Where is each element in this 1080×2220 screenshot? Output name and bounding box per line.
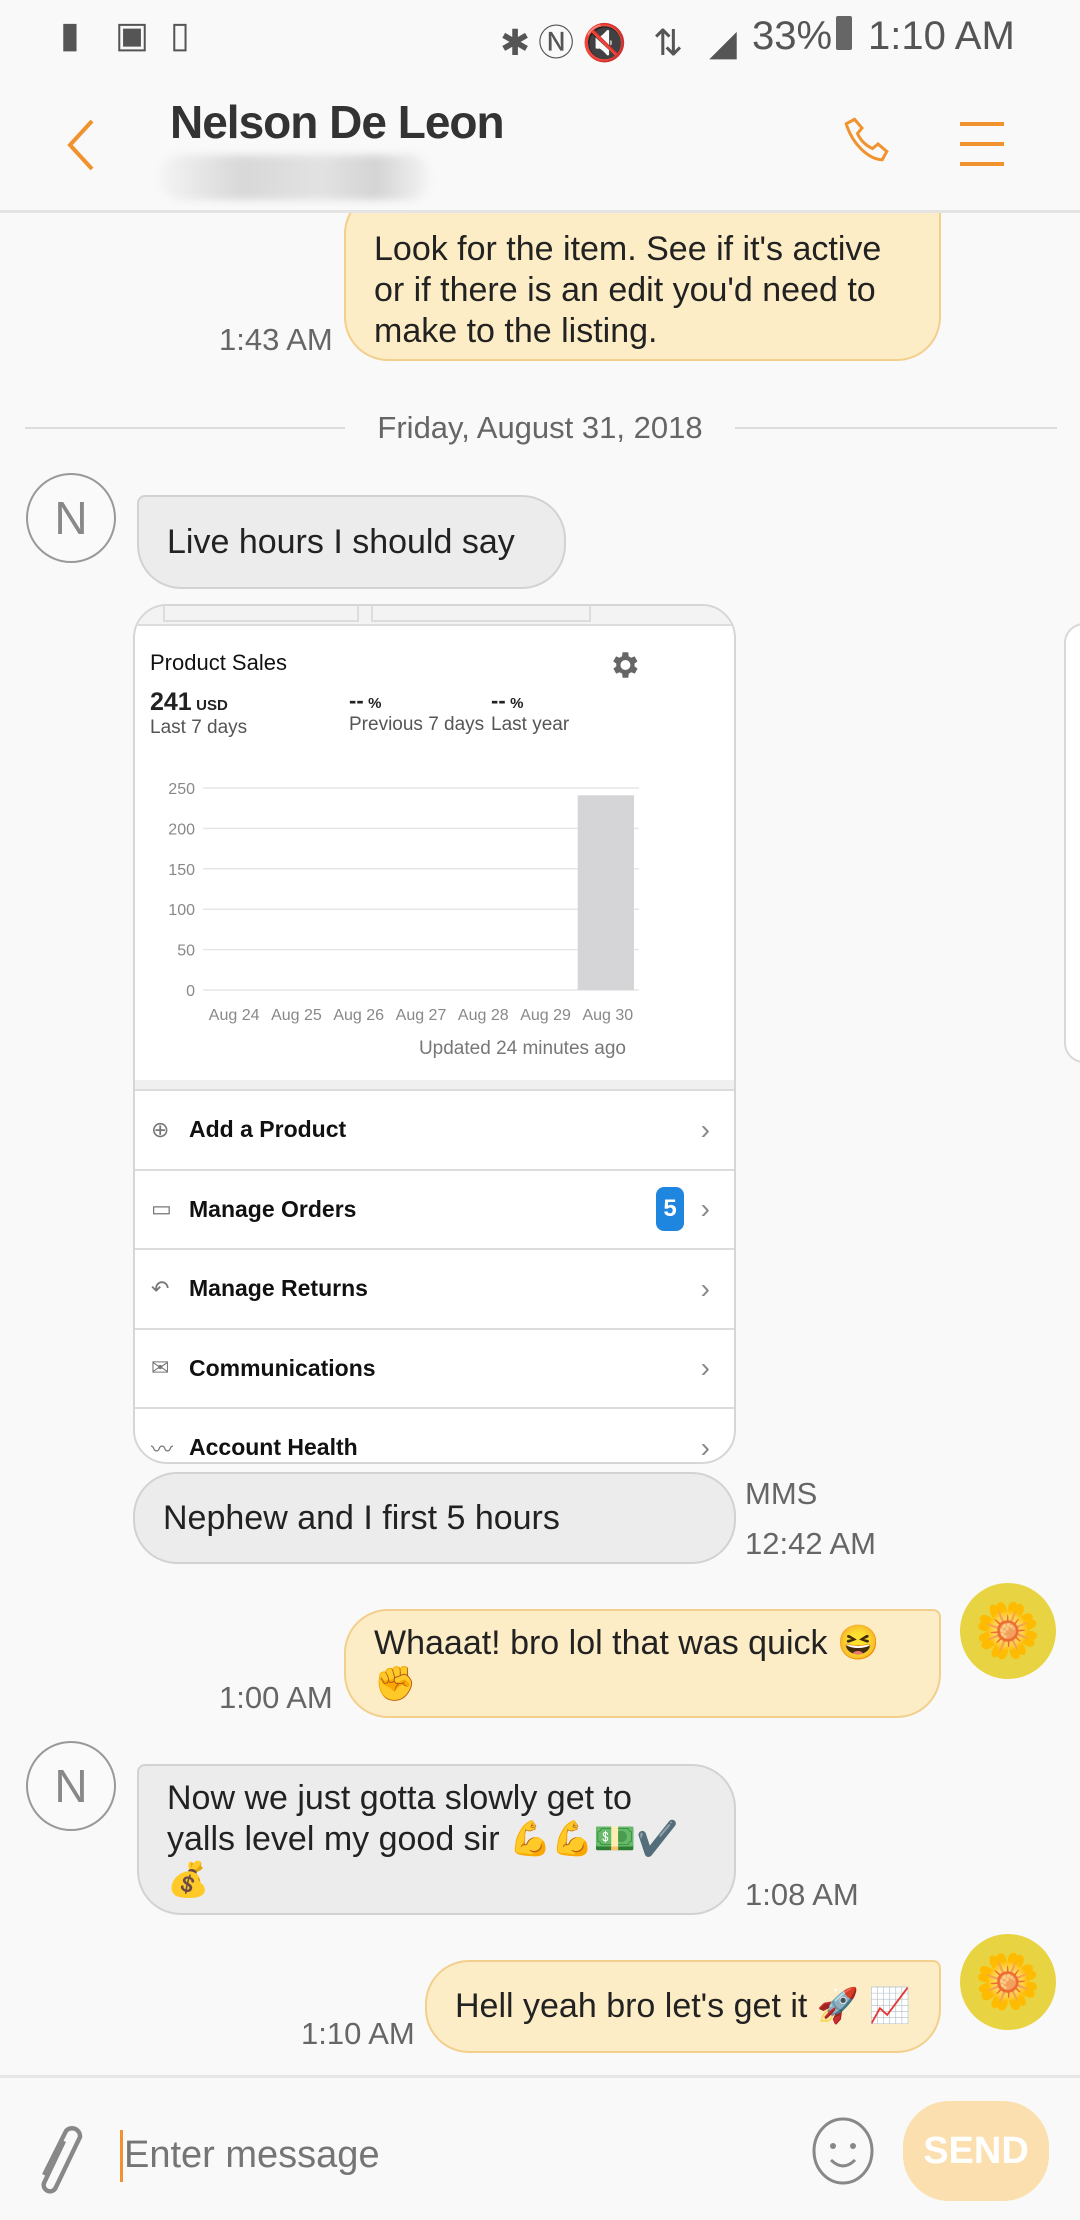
divider (735, 427, 1057, 429)
message-line: or if there is an edit you'd need to (374, 271, 876, 309)
message-bubble-incoming[interactable]: Live hours I should say (137, 495, 566, 589)
emoji-icon[interactable] (810, 2116, 876, 2186)
menu-label: Manage Orders (189, 1195, 357, 1222)
separator (135, 1080, 734, 1089)
y-tick-label: 150 (168, 862, 195, 879)
menu-row-add-a-product[interactable]: ⊕ Add a Product › (135, 1089, 734, 1168)
message-line: ✊ (374, 1664, 417, 1703)
message-time: 1:43 AM (219, 322, 333, 357)
x-tick-label: Aug 30 (582, 1007, 633, 1024)
message-line: make to the listing. (374, 312, 658, 350)
avatar[interactable]: N (26, 1741, 116, 1831)
avatar[interactable]: N (26, 473, 116, 563)
return-icon: ↶ (151, 1275, 170, 1301)
image-icon: ▣ (115, 14, 150, 55)
message-line: Now we just gotta slowly get to (167, 1779, 632, 1817)
message-line: Whaaat! bro lol that was quick 😆 (374, 1623, 880, 1662)
menu-row-communications[interactable]: ✉ Communications › (135, 1327, 734, 1407)
menu-row-manage-returns[interactable]: ↶ Manage Returns › (135, 1248, 734, 1327)
message-bubble-incoming[interactable]: Nephew and I first 5 hours (133, 1472, 736, 1564)
x-tick-label: Aug 26 (333, 1007, 384, 1024)
conversation-header: Nelson De Leon (0, 75, 1080, 213)
x-tick-label: Aug 27 (396, 1007, 447, 1024)
y-tick-label: 0 (186, 983, 195, 1000)
x-tick-label: Aug 25 (271, 1007, 322, 1024)
contact-name[interactable]: Nelson De Leon (170, 95, 505, 149)
status-bar: ▮ ▣ ▯ ✱Ⓝ🔇 ⇅ ◢ 33% 1:10 AM (0, 0, 1080, 75)
updated-text: Updated 24 minutes ago (418, 1038, 626, 1059)
message-bubble-outgoing[interactable]: Hell yeah bro let's get it 🚀 📈 (425, 1960, 941, 2053)
x-tick-label: Aug 28 (458, 1007, 509, 1024)
chevron-right-icon: › (700, 1431, 710, 1463)
menu-label: Communications (189, 1354, 376, 1381)
x-tick-label: Aug 24 (209, 1007, 260, 1024)
my-avatar-daisy[interactable]: 🌼 (960, 1934, 1056, 2030)
box-icon: ▭ (151, 1196, 172, 1221)
message-line: 💰 (167, 1861, 210, 1899)
send-button[interactable]: SEND (903, 2101, 1049, 2201)
menu-icon[interactable] (960, 120, 1004, 168)
trend-icon: 〰 (151, 1436, 174, 1462)
back-chevron-icon[interactable] (62, 117, 102, 173)
y-tick-label: 250 (168, 781, 195, 798)
divider (25, 427, 345, 429)
status-icons: ✱Ⓝ🔇 ⇅ ◢ (500, 22, 745, 63)
clock: 1:10 AM (868, 14, 1015, 58)
message-icon: ▮ (60, 14, 80, 55)
battery-icon (836, 16, 852, 50)
menu-row-manage-orders[interactable]: ▭ Manage Orders 5 › (135, 1168, 734, 1248)
menu-row-account-health[interactable]: 〰 Account Health › (135, 1407, 734, 1463)
menu-label: Account Health (189, 1434, 358, 1460)
bar (577, 795, 634, 990)
tag-add-icon: ⊕ (151, 1116, 170, 1142)
menu-label: Add a Product (189, 1116, 347, 1142)
chevron-right-icon: › (700, 1193, 710, 1224)
message-line: yalls level my good sir 💪💪💵✔️ (167, 1820, 679, 1858)
message-input[interactable] (124, 2120, 764, 2190)
chevron-right-icon: › (700, 1352, 710, 1383)
message-time: 1:00 AM (219, 1680, 333, 1715)
y-tick-label: 50 (177, 943, 195, 960)
message-type-label: MMS (745, 1476, 818, 1511)
message-bubble-outgoing[interactable]: Whaaat! bro lol that was quick 😆 ✊ (344, 1609, 941, 1718)
mms-image-attachment[interactable]: Product Sales 241 USD Last 7 days -- % P… (133, 604, 736, 1464)
message-line: Hell yeah bro let's get it 🚀 📈 (455, 1987, 911, 2025)
my-avatar-daisy[interactable]: 🌼 (960, 1583, 1056, 1679)
chevron-right-icon: › (700, 1113, 710, 1145)
message-line: Nephew and I first 5 hours (163, 1498, 560, 1537)
message-line: Look for the item. See if it's active (374, 230, 882, 268)
count-badge: 5 (656, 1187, 684, 1231)
chevron-right-icon: › (700, 1272, 710, 1304)
sales-bar-chart: 0 50 100 150 200 250 Aug 24 Aug 25 Aug 26 Aug 27 A… (168, 781, 639, 1024)
side-panel-edge[interactable] (1064, 623, 1080, 1063)
composer-bar: SEND (0, 2075, 1080, 2220)
contact-number-redacted (160, 155, 430, 200)
paperclip-icon[interactable] (36, 2123, 96, 2203)
phone-icon[interactable] (838, 113, 898, 173)
text-cursor (120, 2130, 123, 2182)
message-time: 12:42 AM (745, 1526, 876, 1561)
x-tick-label: Aug 29 (520, 1007, 571, 1024)
y-tick-label: 200 (168, 821, 195, 838)
message-time: 1:10 AM (301, 2016, 415, 2051)
message-line: Live hours I should say (167, 522, 515, 561)
mail-icon: ✉ (151, 1355, 170, 1380)
message-time: 1:08 AM (745, 1877, 859, 1912)
y-tick-label: 100 (168, 902, 195, 919)
battery-percent: 33% (752, 14, 833, 58)
date-divider: Friday, August 31, 2018 (377, 410, 703, 445)
menu-label: Manage Returns (189, 1275, 368, 1301)
message-bubble-outgoing[interactable]: Look for the item. See if it's active or… (344, 190, 941, 361)
device-clock-icon: ▯ (170, 14, 190, 55)
message-bubble-incoming[interactable]: Now we just gotta slowly get to yalls le… (137, 1764, 736, 1915)
